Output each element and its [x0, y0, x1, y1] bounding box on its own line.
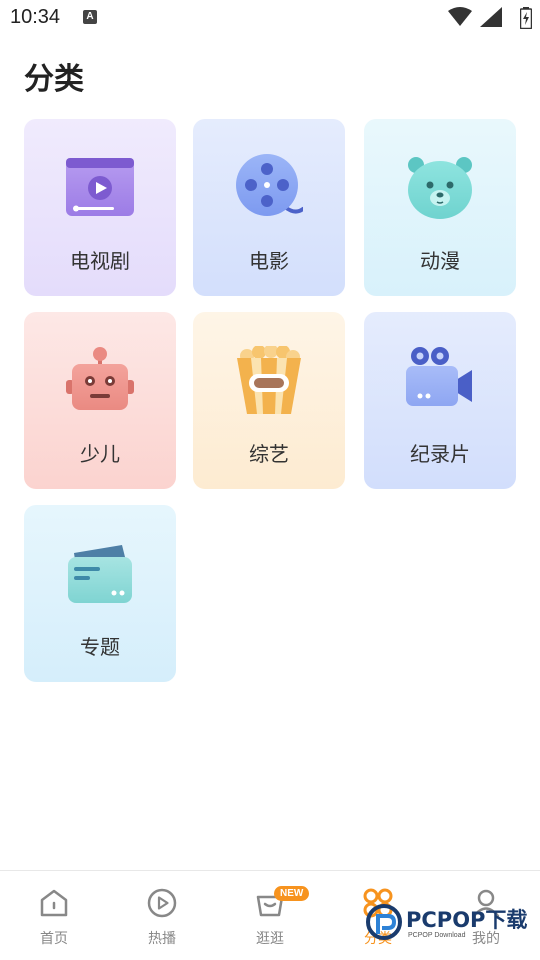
tab-label: 逛逛: [256, 931, 284, 947]
video-camera-icon: [406, 347, 472, 406]
watermark-brand: PCPOP下载: [406, 908, 528, 932]
tab-label: 首页: [40, 931, 68, 947]
watermark-sub: PCPOP Download: [408, 932, 466, 939]
category-card-variety[interactable]: 综艺: [193, 312, 345, 489]
tv-series-icon: [66, 158, 134, 216]
film-reel-icon: [236, 154, 303, 216]
category-label: 电影: [249, 249, 289, 273]
robot-icon: [66, 347, 134, 410]
card-folder-icon: [68, 545, 132, 603]
category-card-anime[interactable]: 动漫: [364, 119, 516, 296]
watermark: PCPOP下载 PCPOP Download: [366, 902, 536, 946]
notification-icon: A: [83, 10, 97, 24]
signal-icon: [480, 7, 502, 27]
category-label: 动漫: [420, 249, 460, 273]
bear-face-icon: [408, 157, 472, 219]
category-label: 电视剧: [70, 249, 130, 273]
category-card-movie[interactable]: 电影: [193, 119, 345, 296]
battery-icon: [520, 7, 532, 29]
category-label: 综艺: [249, 442, 289, 466]
status-time: 10:34: [10, 6, 61, 28]
wifi-icon: [448, 7, 472, 26]
pcpop-logo-icon: [366, 904, 402, 940]
play-circle-icon: [147, 888, 177, 918]
category-card-topic[interactable]: 专题: [24, 505, 176, 682]
category-card-kids[interactable]: 少儿: [24, 312, 176, 489]
category-label: 少儿: [80, 442, 120, 466]
new-badge: NEW: [274, 886, 310, 901]
tab-browse[interactable]: NEW 逛逛: [216, 871, 324, 960]
tab-hot[interactable]: 热播: [108, 871, 216, 960]
category-label: 专题: [80, 635, 120, 659]
home-icon: [40, 889, 68, 917]
page-title: 分类: [24, 62, 84, 97]
tab-label: 热播: [148, 931, 176, 947]
status-bar: 10:34 A: [0, 0, 540, 36]
category-card-tv-series[interactable]: 电视剧: [24, 119, 176, 296]
popcorn-icon: [237, 346, 301, 414]
category-label: 纪录片: [410, 442, 470, 466]
category-card-documentary[interactable]: 纪录片: [364, 312, 516, 489]
tab-home[interactable]: 首页: [0, 871, 108, 960]
